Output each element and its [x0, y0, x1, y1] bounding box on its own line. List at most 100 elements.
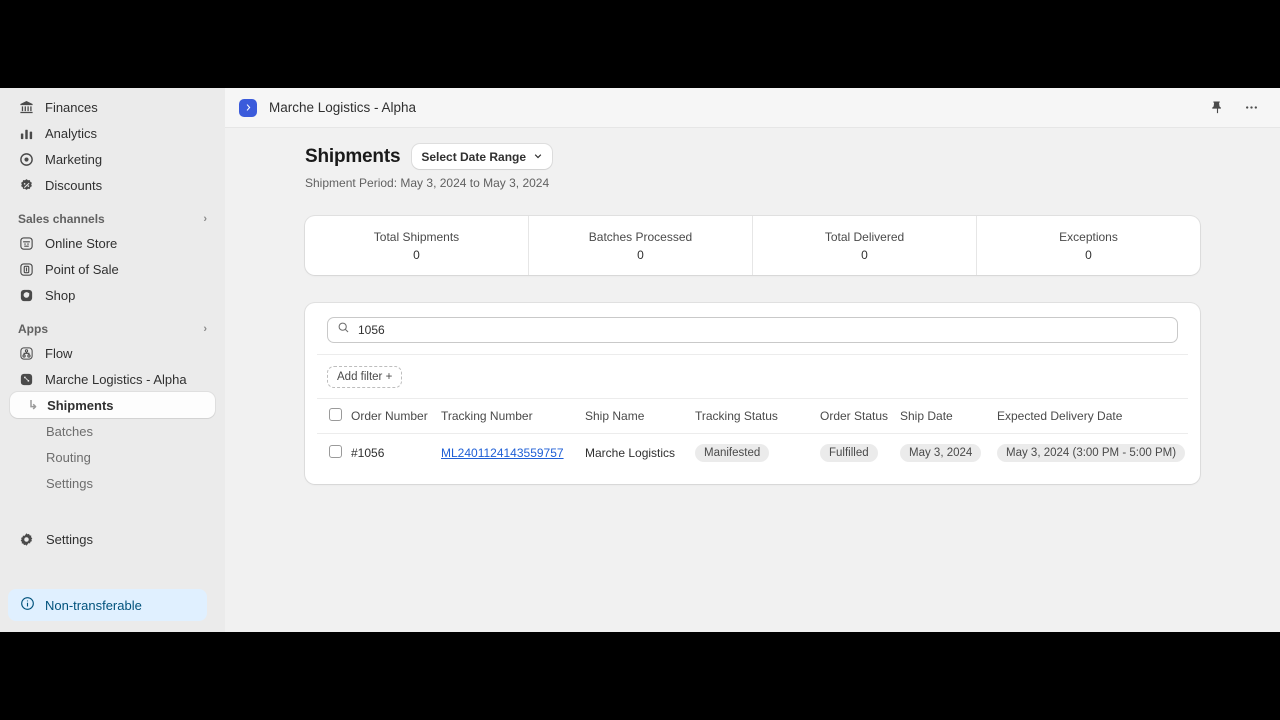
stat-batches-processed: Batches Processed 0 [529, 216, 753, 275]
sidebar-item-routing[interactable]: Routing [10, 444, 215, 470]
shipments-table: Order Number Tracking Number Ship Name T… [317, 399, 1188, 472]
sidebar-item-marketing[interactable]: Marketing [10, 146, 215, 172]
main-area: Marche Logistics - Alpha Shipments Selec… [225, 88, 1280, 632]
flow-icon [18, 345, 35, 362]
sidebar-item-flow[interactable]: Flow [10, 340, 215, 366]
sidebar-item-analytics[interactable]: Analytics [10, 120, 215, 146]
section-label: Apps [18, 322, 48, 336]
app-title: Marche Logistics - Alpha [269, 100, 417, 115]
tracking-number-link[interactable]: ML2401124143559757 [441, 446, 564, 460]
bar-chart-icon [18, 125, 35, 142]
stat-total-shipments: Total Shipments 0 [305, 216, 529, 275]
sidebar-item-label: Finances [45, 99, 98, 115]
info-circle-icon [20, 596, 35, 614]
ship-date-badge: May 3, 2024 [900, 444, 982, 462]
select-date-range-button[interactable]: Select Date Range [412, 144, 553, 169]
column-header-order-status[interactable]: Order Status [820, 399, 900, 434]
search-icon [337, 321, 350, 339]
sidebar-item-label: Shipments [47, 397, 114, 413]
sidebar-item-label: Shop [45, 287, 76, 303]
app-tile-icon [18, 371, 35, 388]
cell-ship-name: Marche Logistics [585, 446, 676, 460]
sidebar-section-apps[interactable]: Apps › [18, 322, 207, 336]
sidebar-item-label: Point of Sale [45, 261, 119, 277]
search-input[interactable] [358, 323, 1168, 337]
sidebar-item-app-settings[interactable]: Settings [10, 470, 215, 496]
row-select-cell [317, 434, 351, 473]
stat-value: 0 [1085, 247, 1092, 262]
stat-label: Exceptions [1059, 229, 1118, 244]
target-icon [18, 151, 35, 168]
chevron-down-icon [533, 150, 543, 164]
select-all-checkbox[interactable] [329, 408, 342, 421]
storefront-icon [18, 235, 35, 252]
app-window: Finances Analytics Marketing Discounts S… [0, 88, 1280, 632]
table-row[interactable]: #1056 ML2401124143559757 Marche Logistic… [317, 434, 1188, 473]
non-transferable-label: Non-transferable [45, 597, 142, 613]
filter-row: Add filter + [317, 354, 1188, 399]
sidebar-item-batches[interactable]: Batches [10, 418, 215, 444]
gear-icon [18, 531, 35, 548]
pin-icon[interactable] [1208, 99, 1226, 117]
cell-tracking-status: Manifested [695, 434, 820, 473]
page-content: Shipments Select Date Range Shipment Per… [225, 128, 1280, 632]
shop-icon [18, 287, 35, 304]
cell-expected-delivery-date: May 3, 2024 (3:00 PM - 5:00 PM) [997, 434, 1188, 473]
sidebar-item-label: Marche Logistics - Alpha [45, 371, 187, 387]
app-tile-icon [239, 98, 257, 117]
sidebar-section-sales-channels[interactable]: Sales channels › [18, 212, 207, 226]
add-filter-button[interactable]: Add filter + [327, 366, 403, 388]
sidebar-item-label: Analytics [45, 125, 98, 141]
chevron-right-icon: › [203, 213, 207, 225]
sidebar-item-marche-logistics-alpha[interactable]: Marche Logistics - Alpha [10, 366, 215, 392]
sidebar-item-label: Settings [46, 531, 93, 547]
page-header: Shipments Select Date Range Shipment Per… [225, 144, 1280, 190]
discount-icon [18, 177, 35, 194]
sidebar-item-finances[interactable]: Finances [10, 94, 215, 120]
ellipsis-icon[interactable] [1242, 99, 1260, 117]
stat-value: 0 [861, 247, 868, 262]
column-header-tracking-status[interactable]: Tracking Status [695, 399, 820, 434]
section-label: Sales channels [18, 212, 105, 226]
shipments-panel: Add filter + Order Number [305, 303, 1200, 484]
sidebar-item-shipments[interactable]: ↳ Shipments [10, 392, 215, 418]
table-header-row: Order Number Tracking Number Ship Name T… [317, 399, 1188, 434]
title-row: Shipments Select Date Range [305, 144, 1280, 169]
search-bar[interactable] [327, 317, 1178, 343]
sidebar-item-label: Flow [45, 345, 73, 361]
column-header-expected-delivery-date[interactable]: Expected Delivery Date [997, 399, 1188, 434]
row-checkbox[interactable] [329, 445, 342, 458]
sidebar-item-label: Online Store [45, 235, 118, 251]
expected-delivery-date-badge: May 3, 2024 (3:00 PM - 5:00 PM) [997, 444, 1186, 462]
sidebar: Finances Analytics Marketing Discounts S… [0, 88, 225, 632]
sidebar-item-label: Discounts [45, 177, 103, 193]
column-header-tracking-number[interactable]: Tracking Number [441, 399, 585, 434]
column-header-order-number[interactable]: Order Number [351, 399, 441, 434]
shipment-period-text: Shipment Period: May 3, 2024 to May 3, 2… [305, 176, 550, 190]
column-header-ship-date[interactable]: Ship Date [900, 399, 997, 434]
cell-tracking-number: ML2401124143559757 [441, 434, 585, 473]
cell-order-status: Fulfilled [820, 434, 900, 473]
stats-card-row: Total Shipments 0 Batches Processed 0 To… [305, 216, 1200, 275]
non-transferable-badge[interactable]: Non-transferable [8, 589, 207, 621]
sidebar-item-online-store[interactable]: Online Store [10, 230, 215, 256]
sidebar-item-shop[interactable]: Shop [10, 282, 215, 308]
order-status-badge: Fulfilled [820, 444, 878, 462]
pos-icon [18, 261, 35, 278]
tracking-status-badge: Manifested [695, 444, 770, 462]
column-header-ship-name[interactable]: Ship Name [585, 399, 695, 434]
cell-order-number: #1056 [351, 446, 385, 460]
sidebar-item-label: Batches [46, 423, 93, 439]
chevron-right-icon: › [203, 323, 207, 335]
sidebar-item-point-of-sale[interactable]: Point of Sale [10, 256, 215, 282]
stat-label: Total Shipments [373, 229, 460, 244]
stat-label: Total Delivered [824, 229, 905, 244]
stat-exceptions: Exceptions 0 [977, 216, 1200, 275]
topbar-actions [1208, 99, 1260, 117]
sidebar-item-discounts[interactable]: Discounts [10, 172, 215, 198]
cell-ship-date: May 3, 2024 [900, 434, 997, 473]
stat-value: 0 [413, 247, 420, 262]
stat-value: 0 [637, 247, 644, 262]
page-title: Shipments [305, 145, 401, 167]
sidebar-item-settings[interactable]: Settings [10, 526, 215, 552]
